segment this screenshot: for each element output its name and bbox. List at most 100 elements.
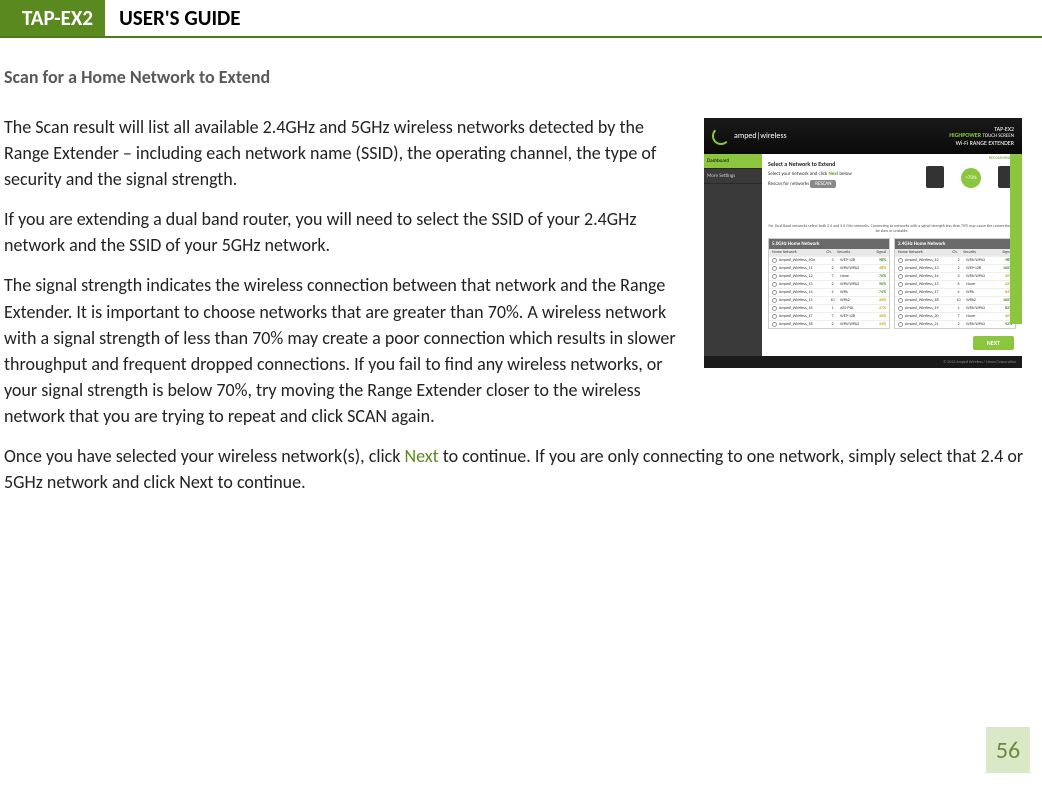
cell-channel: 4	[951, 290, 966, 295]
table-row[interactable]: Amped_Wireless_191WPA/WPA282%	[895, 304, 1015, 312]
brand-logo: amped|wireless	[712, 127, 787, 145]
table-row[interactable]: Amped_Wireless_156None42%	[895, 280, 1015, 288]
radio-icon[interactable]	[772, 282, 777, 287]
radio-icon[interactable]	[898, 298, 903, 303]
table-row[interactable]: Amped_Wireless_1810WPA2100%	[895, 296, 1015, 304]
cell-security: WEP-128	[840, 314, 871, 319]
cell-ssid: Amped_Wireless_21	[905, 322, 951, 327]
radio-icon[interactable]	[898, 290, 903, 295]
instr-prefix: Select your network and click	[768, 171, 828, 177]
table-row[interactable]: Amped_Wireless_5Gn3WEP-12898%	[769, 256, 889, 264]
table-row[interactable]: Amped_Wireless_212WPA/WPA292%	[895, 320, 1015, 328]
helpful-tips-tab[interactable]	[1010, 154, 1022, 324]
cell-signal: 70%	[871, 274, 886, 279]
radio-icon[interactable]	[772, 266, 777, 271]
ss-footer: © 2013 Amped Wireless / Newo Corporation	[704, 356, 1022, 368]
cell-security: WPA/WPA2	[966, 274, 997, 279]
cell-ssid: Amped_Wireless_17	[905, 290, 951, 295]
radio-icon[interactable]	[772, 258, 777, 263]
cell-channel: 2	[825, 322, 840, 327]
product-badge: TAP-EX2	[14, 0, 105, 36]
cell-security: WPA2	[966, 298, 997, 303]
table-row[interactable]: Amped_Wireless_132WPA/WPA290%	[769, 280, 889, 288]
table-row[interactable]: Amped_Wireless_112WPA/WPA248%	[769, 264, 889, 272]
signal-threshold-icon: >70%	[961, 168, 981, 188]
cell-security: WPA2	[840, 298, 871, 303]
radio-icon[interactable]	[772, 274, 777, 279]
table-row[interactable]: Amped_Wireless_174WPA64%	[895, 288, 1015, 296]
cell-ssid: Amped_Wireless_18	[779, 322, 825, 327]
radio-icon[interactable]	[772, 314, 777, 319]
cell-ssid: Amped_Wireless_12	[905, 258, 951, 263]
cell-ssid: Amped_Wireless_5Gn	[779, 258, 825, 263]
brand-text: amped|wireless	[734, 131, 787, 141]
page-number: 56	[986, 727, 1030, 773]
cell-ssid: Amped_Wireless_11	[779, 266, 825, 271]
ss-topbar: amped|wireless TAP-EX2 HIGHPOWER TOUCH S…	[704, 118, 1022, 154]
p4-next-word: Next	[404, 445, 438, 467]
table-5ghz-header: 5.0GHz Home Network	[769, 239, 889, 249]
cell-ssid: Amped_Wireless_17	[779, 314, 825, 319]
ss-sidebar: Dashboard More Settings	[704, 154, 762, 356]
radio-icon[interactable]	[898, 306, 903, 311]
cell-ssid: Amped_Wireless_14	[905, 274, 951, 279]
radio-icon[interactable]	[898, 274, 903, 279]
cell-signal: 20%	[871, 298, 886, 303]
sidebar-item-more-settings[interactable]: More Settings	[704, 169, 762, 184]
cell-security: WPA/WPA2	[966, 306, 997, 311]
table-row[interactable]: Amped_Wireless_144WPA74%	[769, 288, 889, 296]
radio-icon[interactable]	[772, 322, 777, 327]
radio-icon[interactable]	[772, 306, 777, 311]
cell-security: None	[966, 282, 997, 287]
cell-ssid: Amped_Wireless_13	[779, 282, 825, 287]
ui-screenshot: amped|wireless TAP-EX2 HIGHPOWER TOUCH S…	[704, 118, 1022, 368]
next-button[interactable]: NEXT	[973, 336, 1014, 350]
table-row[interactable]: Amped_Wireless_182WPA/WPA254%	[769, 320, 889, 328]
section-heading: Scan for a Home Network to Extend	[4, 66, 1030, 88]
radio-icon[interactable]	[898, 266, 903, 271]
cell-ssid: Amped_Wireless_15	[905, 282, 951, 287]
table-row[interactable]: Amped_Wireless_207None40%	[895, 312, 1015, 320]
radio-icon[interactable]	[898, 282, 903, 287]
table-row[interactable]: Amped_Wireless_132WEP-128100%	[895, 264, 1015, 272]
radio-icon[interactable]	[898, 314, 903, 319]
table-row[interactable]: Amped_Wireless_161AES-PSK27%	[769, 304, 889, 312]
radio-icon[interactable]	[898, 258, 903, 263]
cell-security: AES-PSK	[840, 306, 871, 311]
logo-swoosh-icon	[712, 127, 730, 145]
cell-channel: 7	[825, 314, 840, 319]
cell-security: WPA/WPA2	[840, 322, 871, 327]
radio-icon[interactable]	[772, 290, 777, 295]
table-5ghz-body: Amped_Wireless_5Gn3WEP-12898%Amped_Wirel…	[769, 256, 889, 328]
cell-signal: 90%	[871, 282, 886, 287]
rescan-button[interactable]: RESCAN	[810, 180, 836, 188]
cell-ssid: Amped_Wireless_18	[905, 298, 951, 303]
instr-suffix: below	[838, 171, 852, 177]
paragraph-4: Once you have selected your wireless net…	[4, 443, 1030, 495]
radio-icon[interactable]	[772, 298, 777, 303]
table-col-headers: Home Network Ch. Security Signal	[769, 249, 889, 256]
cell-channel: 1	[951, 306, 966, 311]
table-row[interactable]: Amped_Wireless_127None70%	[769, 272, 889, 280]
product-label: TAP-EX2 HIGHPOWER TOUCH SCREEN Wi-Fi RAN…	[949, 126, 1014, 147]
table-5ghz: 5.0GHz Home Network Home Network Ch. Sec…	[768, 238, 890, 329]
cell-channel: 2	[951, 266, 966, 271]
cell-security: WEP-128	[966, 266, 997, 271]
cell-channel: 3	[951, 274, 966, 279]
p4-part-a: Once you have selected your wireless net…	[4, 445, 404, 467]
router-icon	[926, 166, 944, 188]
cell-signal: 98%	[871, 258, 886, 263]
cell-channel: 2	[825, 282, 840, 287]
cell-channel: 10	[825, 298, 840, 303]
table-row[interactable]: Amped_Wireless_177WEP-12850%	[769, 312, 889, 320]
doc-title: USER'S GUIDE	[105, 0, 254, 36]
table-row[interactable]: Amped_Wireless_122WPA/WPA298%	[895, 256, 1015, 264]
table-row[interactable]: Amped_Wireless_1510WPA220%	[769, 296, 889, 304]
sidebar-item-dashboard[interactable]: Dashboard	[704, 154, 762, 169]
radio-icon[interactable]	[898, 322, 903, 327]
table-row[interactable]: Amped_Wireless_143WPA/WPA230%	[895, 272, 1015, 280]
cell-security: WPA/WPA2	[966, 322, 997, 327]
table-24ghz-header: 2.4GHz Home Network	[895, 239, 1015, 249]
table-24ghz: 2.4GHz Home Network Home Network Ch. Sec…	[894, 238, 1016, 329]
cell-security: WEP-128	[840, 258, 871, 263]
